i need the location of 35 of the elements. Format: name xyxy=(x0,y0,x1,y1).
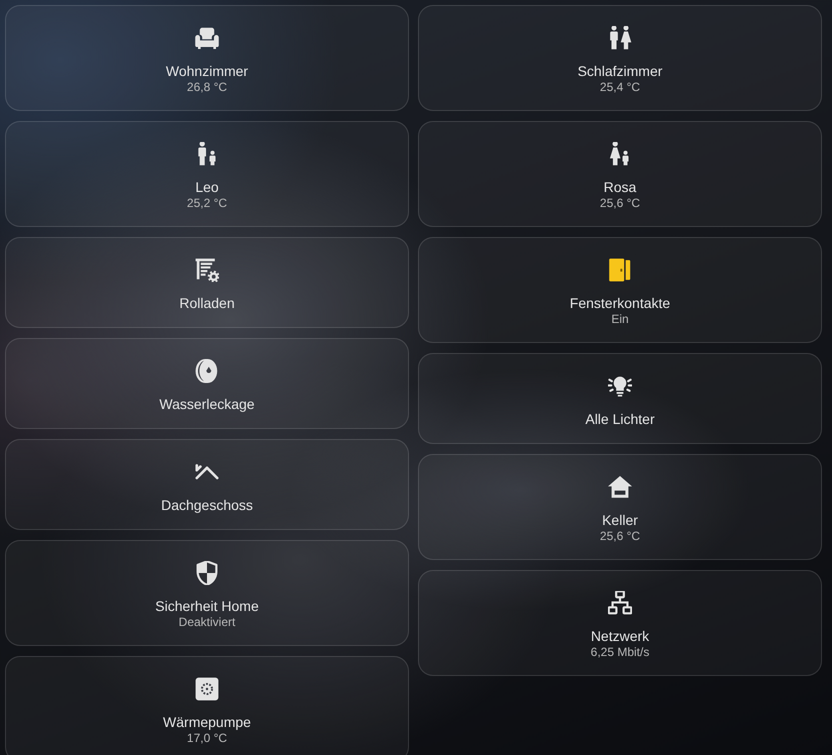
tile-name: Dachgeschoss xyxy=(161,496,253,514)
tile-card[interactable]: Rolladen xyxy=(5,237,409,328)
tile-card[interactable]: Keller 25,6 °C xyxy=(418,454,822,560)
tile-name: Rosa xyxy=(604,178,636,196)
tile-name: Alle Lichter xyxy=(585,410,655,428)
tile-name: Fensterkontakte xyxy=(570,294,670,312)
tile-name: Schlafzimmer xyxy=(578,62,662,80)
tile-card[interactable]: Leo 25,2 °C xyxy=(5,121,409,227)
tile-card[interactable]: Sicherheit Home Deaktiviert xyxy=(5,540,409,646)
tile-state: Deaktiviert xyxy=(178,615,236,630)
tile-card[interactable]: Wasserleckage xyxy=(5,338,409,429)
tile-state: 26,8 °C xyxy=(186,80,228,95)
tile-name: Keller xyxy=(602,511,638,529)
tile-state: 6,25 Mbit/s xyxy=(590,645,650,660)
tile-name: Wohnzimmer xyxy=(166,62,248,80)
tile-name: Netzwerk xyxy=(590,627,650,645)
tile-name: Rolladen xyxy=(179,294,235,312)
tile-card[interactable]: Wohnzimmer 26,8 °C xyxy=(5,5,409,111)
tile-card[interactable]: Dachgeschoss xyxy=(5,439,409,530)
tile-card[interactable]: Alle Lichter xyxy=(418,353,822,444)
tile-name: Sicherheit Home xyxy=(155,597,259,615)
tile-name: Wärmepumpe xyxy=(163,713,251,731)
tile-state: 25,2 °C xyxy=(186,196,228,211)
tile-state: 17,0 °C xyxy=(186,731,228,746)
tile-state: 25,6 °C xyxy=(600,196,640,211)
tile-name: Wasserleckage xyxy=(159,395,255,413)
tile-name: Leo xyxy=(195,178,219,196)
tile-state: 25,6 °C xyxy=(600,529,640,544)
tile-card[interactable]: Schlafzimmer 25,4 °C xyxy=(418,5,822,111)
tile-state: Ein xyxy=(611,312,629,327)
tile-card[interactable]: Netzwerk 6,25 Mbit/s xyxy=(418,570,822,676)
tile-state: 25,4 °C xyxy=(600,80,640,95)
tile-card[interactable]: Fensterkontakte Ein xyxy=(418,237,822,343)
tile-card[interactable]: Rosa 25,6 °C xyxy=(418,121,822,227)
tile-card[interactable]: Wärmepumpe 17,0 °C xyxy=(5,656,409,755)
